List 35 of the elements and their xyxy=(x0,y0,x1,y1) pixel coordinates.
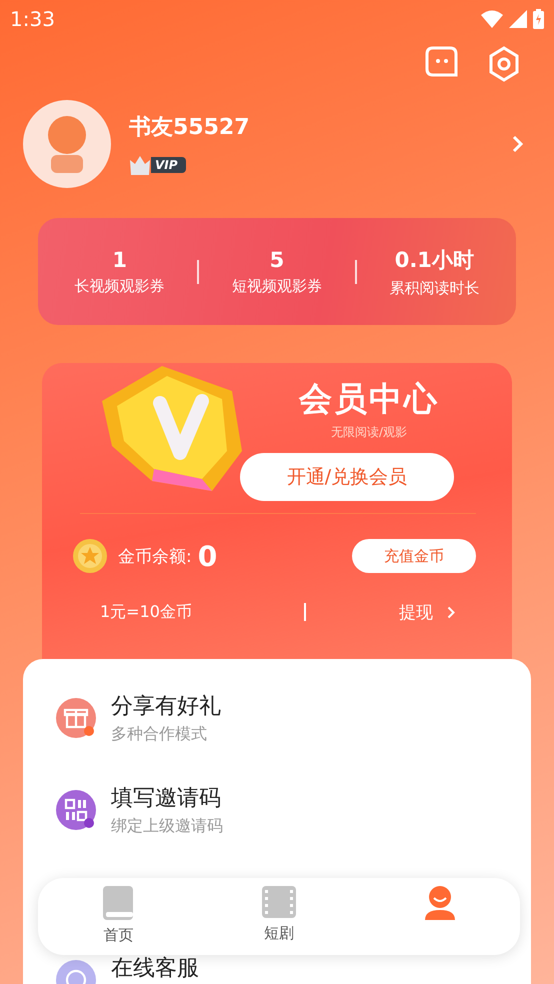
vip-subtitle: 无限阅读/观影 xyxy=(330,424,408,441)
chevron-right-icon xyxy=(447,606,455,618)
vip-badge: VIP xyxy=(151,157,186,173)
gift-icon xyxy=(55,697,99,741)
stat-value: 5 xyxy=(270,248,284,272)
status-time: 1:33 xyxy=(10,7,55,31)
code-icon xyxy=(55,789,99,833)
message-icon[interactable] xyxy=(425,46,458,77)
user-name: 书友55527 xyxy=(129,114,251,142)
book-icon xyxy=(102,886,134,920)
menu-item-title[interactable]: 分享有好礼 xyxy=(111,691,221,721)
stat-label: 短视频观影券 xyxy=(232,276,322,296)
stat-label: 长视频观影券 xyxy=(74,276,165,296)
exchange-rate: 1元=10金币 xyxy=(99,602,193,622)
nav-tab[interactable]: 首页 xyxy=(38,878,199,955)
settings-icon[interactable] xyxy=(488,46,520,82)
menu-item-title[interactable]: 填写邀请码 xyxy=(111,783,223,813)
stat-value: 0.1小时 xyxy=(394,246,474,274)
person-icon xyxy=(424,886,456,920)
menu-item-subtitle: 多种合作模式 xyxy=(111,724,208,745)
battery-icon xyxy=(533,9,544,29)
signal-icon xyxy=(509,10,527,28)
balance-label: 金币余额: xyxy=(118,546,192,568)
chevron-right-icon[interactable] xyxy=(512,135,524,153)
vip-center-title: 会员中心 xyxy=(299,378,439,420)
nav-tab[interactable]: 短剧 xyxy=(198,878,360,955)
wifi-icon xyxy=(481,10,503,28)
coin-icon xyxy=(72,538,108,574)
menu-item-title[interactable]: 在线客服 xyxy=(111,953,199,983)
crown-icon xyxy=(129,154,151,176)
balance-value: 0 xyxy=(198,540,218,572)
film-icon xyxy=(262,886,296,918)
stat-value: 1 xyxy=(112,248,127,272)
stat-label: 累积阅读时长 xyxy=(389,278,480,298)
menu-item-subtitle: 绑定上级邀请码 xyxy=(111,816,223,837)
